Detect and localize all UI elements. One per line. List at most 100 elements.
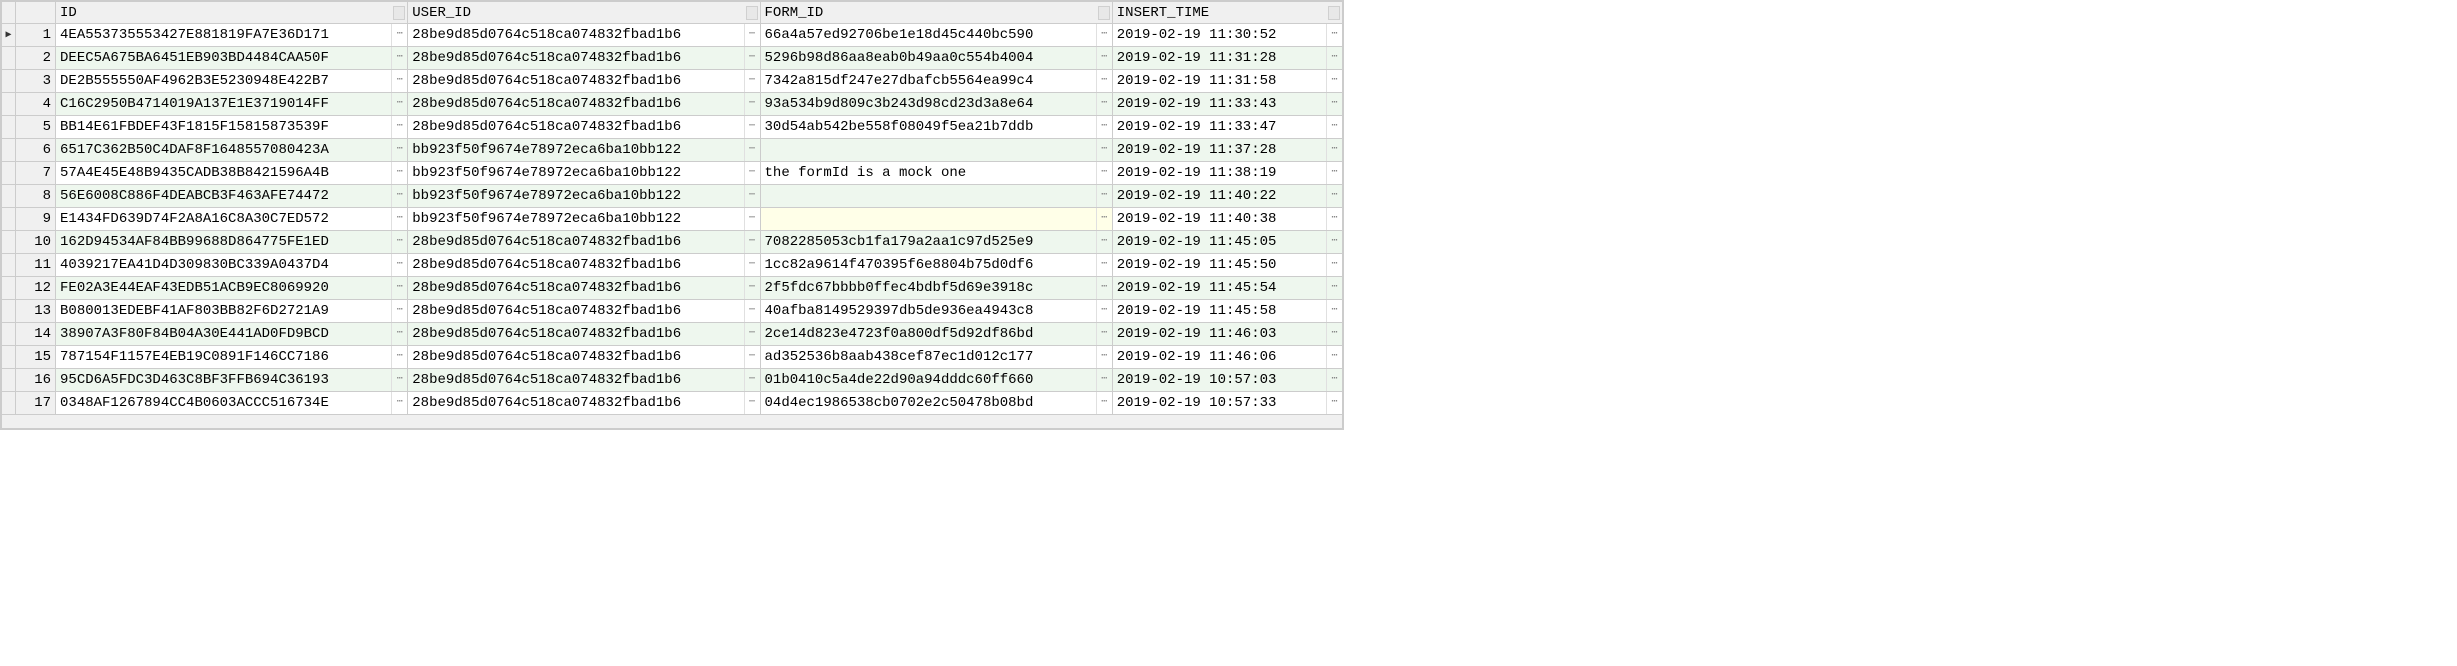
cell-form-id[interactable]: 66a4a57ed92706be1e18d45c440bc590⋯ bbox=[760, 24, 1112, 47]
cell-insert-time[interactable]: 2019-02-19 11:30:52⋯ bbox=[1112, 24, 1342, 47]
cell-ellipsis-icon[interactable]: ⋯ bbox=[1326, 346, 1342, 368]
cell-ellipsis-icon[interactable]: ⋯ bbox=[744, 70, 760, 92]
table-row[interactable]: 4C16C2950B4714019A137E1E3719014FF⋯28be9d… bbox=[2, 93, 1343, 116]
cell-user-id[interactable]: bb923f50f9674e78972eca6ba10bb122⋯ bbox=[408, 185, 760, 208]
cell-insert-time[interactable]: 2019-02-19 11:40:22⋯ bbox=[1112, 185, 1342, 208]
cell-ellipsis-icon[interactable]: ⋯ bbox=[1326, 47, 1342, 69]
cell-insert-time[interactable]: 2019-02-19 11:46:03⋯ bbox=[1112, 323, 1342, 346]
cell-id[interactable]: FE02A3E44EAF43EDB51ACB9EC8069920⋯ bbox=[56, 277, 408, 300]
cell-ellipsis-icon[interactable]: ⋯ bbox=[744, 369, 760, 391]
cell-insert-time[interactable]: 2019-02-19 11:31:58⋯ bbox=[1112, 70, 1342, 93]
cell-ellipsis-icon[interactable]: ⋯ bbox=[1096, 323, 1112, 345]
cell-ellipsis-icon[interactable]: ⋯ bbox=[1326, 93, 1342, 115]
table-row[interactable]: 13B080013EDEBF41AF803BB82F6D2721A9⋯28be9… bbox=[2, 300, 1343, 323]
cell-id[interactable]: C16C2950B4714019A137E1E3719014FF⋯ bbox=[56, 93, 408, 116]
cell-ellipsis-icon[interactable]: ⋯ bbox=[391, 47, 407, 69]
cell-id[interactable]: 38907A3F80F84B04A30E441AD0FD9BCD⋯ bbox=[56, 323, 408, 346]
cell-ellipsis-icon[interactable]: ⋯ bbox=[744, 346, 760, 368]
cell-insert-time[interactable]: 2019-02-19 10:57:33⋯ bbox=[1112, 392, 1342, 415]
cell-ellipsis-icon[interactable]: ⋯ bbox=[1096, 47, 1112, 69]
cell-form-id[interactable]: ⋯ bbox=[760, 139, 1112, 162]
cell-form-id[interactable]: 40afba8149529397db5de936ea4943c8⋯ bbox=[760, 300, 1112, 323]
cell-ellipsis-icon[interactable]: ⋯ bbox=[744, 24, 760, 46]
cell-id[interactable]: 56E6008C886F4DEABCB3F463AFE74472⋯ bbox=[56, 185, 408, 208]
cell-ellipsis-icon[interactable]: ⋯ bbox=[744, 116, 760, 138]
cell-ellipsis-icon[interactable]: ⋯ bbox=[1096, 70, 1112, 92]
table-row[interactable]: 1438907A3F80F84B04A30E441AD0FD9BCD⋯28be9… bbox=[2, 323, 1343, 346]
cell-user-id[interactable]: 28be9d85d0764c518ca074832fbad1b6⋯ bbox=[408, 323, 760, 346]
cell-ellipsis-icon[interactable]: ⋯ bbox=[744, 162, 760, 184]
cell-ellipsis-icon[interactable]: ⋯ bbox=[744, 300, 760, 322]
table-row[interactable]: 10162D94534AF84BB99688D864775FE1ED⋯28be9… bbox=[2, 231, 1343, 254]
cell-ellipsis-icon[interactable]: ⋯ bbox=[1326, 139, 1342, 161]
column-header-id[interactable]: ID bbox=[56, 2, 408, 24]
cell-ellipsis-icon[interactable]: ⋯ bbox=[1096, 231, 1112, 253]
cell-ellipsis-icon[interactable]: ⋯ bbox=[744, 47, 760, 69]
cell-id[interactable]: 95CD6A5FDC3D463C8BF3FFB694C36193⋯ bbox=[56, 369, 408, 392]
cell-ellipsis-icon[interactable]: ⋯ bbox=[1096, 369, 1112, 391]
cell-insert-time[interactable]: 2019-02-19 11:31:28⋯ bbox=[1112, 47, 1342, 70]
cell-ellipsis-icon[interactable]: ⋯ bbox=[1096, 254, 1112, 276]
cell-ellipsis-icon[interactable]: ⋯ bbox=[744, 208, 760, 230]
cell-user-id[interactable]: 28be9d85d0764c518ca074832fbad1b6⋯ bbox=[408, 369, 760, 392]
cell-ellipsis-icon[interactable]: ⋯ bbox=[391, 277, 407, 299]
cell-ellipsis-icon[interactable]: ⋯ bbox=[1326, 254, 1342, 276]
cell-ellipsis-icon[interactable]: ⋯ bbox=[744, 254, 760, 276]
cell-ellipsis-icon[interactable]: ⋯ bbox=[391, 346, 407, 368]
cell-ellipsis-icon[interactable]: ⋯ bbox=[391, 323, 407, 345]
cell-ellipsis-icon[interactable]: ⋯ bbox=[1096, 277, 1112, 299]
cell-form-id[interactable]: 5296b98d86aa8eab0b49aa0c554b4004⋯ bbox=[760, 47, 1112, 70]
cell-ellipsis-icon[interactable]: ⋯ bbox=[1096, 392, 1112, 414]
cell-id[interactable]: BB14E61FBDEF43F1815F15815873539F⋯ bbox=[56, 116, 408, 139]
cell-ellipsis-icon[interactable]: ⋯ bbox=[744, 93, 760, 115]
cell-ellipsis-icon[interactable]: ⋯ bbox=[1326, 116, 1342, 138]
table-row[interactable]: 114039217EA41D4D309830BC339A0437D4⋯28be9… bbox=[2, 254, 1343, 277]
cell-ellipsis-icon[interactable]: ⋯ bbox=[1096, 116, 1112, 138]
cell-ellipsis-icon[interactable]: ⋯ bbox=[1326, 185, 1342, 207]
cell-ellipsis-icon[interactable]: ⋯ bbox=[1326, 231, 1342, 253]
cell-id[interactable]: 4EA553735553427E881819FA7E36D171⋯ bbox=[56, 24, 408, 47]
column-header-form-id[interactable]: FORM_ID bbox=[760, 2, 1112, 24]
cell-id[interactable]: 6517C362B50C4DAF8F1648557080423A⋯ bbox=[56, 139, 408, 162]
cell-id[interactable]: 57A4E45E48B9435CADB38B8421596A4B⋯ bbox=[56, 162, 408, 185]
column-header-user-id[interactable]: USER_ID bbox=[408, 2, 760, 24]
cell-id[interactable]: 4039217EA41D4D309830BC339A0437D4⋯ bbox=[56, 254, 408, 277]
cell-ellipsis-icon[interactable]: ⋯ bbox=[1326, 392, 1342, 414]
cell-id[interactable]: 787154F1157E4EB19C0891F146CC7186⋯ bbox=[56, 346, 408, 369]
cell-insert-time[interactable]: 2019-02-19 11:37:28⋯ bbox=[1112, 139, 1342, 162]
cell-form-id[interactable]: ad352536b8aab438cef87ec1d012c177⋯ bbox=[760, 346, 1112, 369]
cell-form-id[interactable]: 7342a815df247e27dbafcb5564ea99c4⋯ bbox=[760, 70, 1112, 93]
cell-ellipsis-icon[interactable]: ⋯ bbox=[744, 392, 760, 414]
cell-ellipsis-icon[interactable]: ⋯ bbox=[391, 24, 407, 46]
table-row[interactable]: 3DE2B555550AF4962B3E5230948E422B7⋯28be9d… bbox=[2, 70, 1343, 93]
cell-id[interactable]: 0348AF1267894CC4B0603ACCC516734E⋯ bbox=[56, 392, 408, 415]
cell-ellipsis-icon[interactable]: ⋯ bbox=[391, 392, 407, 414]
cell-ellipsis-icon[interactable]: ⋯ bbox=[744, 185, 760, 207]
cell-user-id[interactable]: 28be9d85d0764c518ca074832fbad1b6⋯ bbox=[408, 70, 760, 93]
cell-ellipsis-icon[interactable]: ⋯ bbox=[1326, 208, 1342, 230]
cell-user-id[interactable]: 28be9d85d0764c518ca074832fbad1b6⋯ bbox=[408, 47, 760, 70]
table-row[interactable]: 9E1434FD639D74F2A8A16C8A30C7ED572⋯bb923f… bbox=[2, 208, 1343, 231]
cell-form-id[interactable]: 04d4ec1986538cb0702e2c50478b08bd⋯ bbox=[760, 392, 1112, 415]
cell-insert-time[interactable]: 2019-02-19 11:46:06⋯ bbox=[1112, 346, 1342, 369]
cell-ellipsis-icon[interactable]: ⋯ bbox=[1096, 24, 1112, 46]
cell-id[interactable]: E1434FD639D74F2A8A16C8A30C7ED572⋯ bbox=[56, 208, 408, 231]
cell-form-id[interactable]: 93a534b9d809c3b243d98cd23d3a8e64⋯ bbox=[760, 93, 1112, 116]
cell-user-id[interactable]: bb923f50f9674e78972eca6ba10bb122⋯ bbox=[408, 208, 760, 231]
cell-form-id[interactable]: 01b0410c5a4de22d90a94dddc60ff660⋯ bbox=[760, 369, 1112, 392]
sort-handle-icon[interactable] bbox=[393, 6, 405, 20]
cell-ellipsis-icon[interactable]: ⋯ bbox=[1326, 300, 1342, 322]
table-row[interactable]: 66517C362B50C4DAF8F1648557080423A⋯bb923f… bbox=[2, 139, 1343, 162]
cell-insert-time[interactable]: 2019-02-19 11:45:58⋯ bbox=[1112, 300, 1342, 323]
cell-user-id[interactable]: 28be9d85d0764c518ca074832fbad1b6⋯ bbox=[408, 116, 760, 139]
table-row[interactable]: 2DEEC5A675BA6451EB903BD4484CAA50F⋯28be9d… bbox=[2, 47, 1343, 70]
cell-form-id[interactable]: 2ce14d823e4723f0a800df5d92df86bd⋯ bbox=[760, 323, 1112, 346]
cell-user-id[interactable]: 28be9d85d0764c518ca074832fbad1b6⋯ bbox=[408, 392, 760, 415]
cell-ellipsis-icon[interactable]: ⋯ bbox=[1326, 369, 1342, 391]
cell-ellipsis-icon[interactable]: ⋯ bbox=[391, 162, 407, 184]
cell-ellipsis-icon[interactable]: ⋯ bbox=[391, 139, 407, 161]
table-row[interactable]: 170348AF1267894CC4B0603ACCC516734E⋯28be9… bbox=[2, 392, 1343, 415]
cell-insert-time[interactable]: 2019-02-19 11:38:19⋯ bbox=[1112, 162, 1342, 185]
cell-ellipsis-icon[interactable]: ⋯ bbox=[391, 254, 407, 276]
cell-user-id[interactable]: 28be9d85d0764c518ca074832fbad1b6⋯ bbox=[408, 231, 760, 254]
